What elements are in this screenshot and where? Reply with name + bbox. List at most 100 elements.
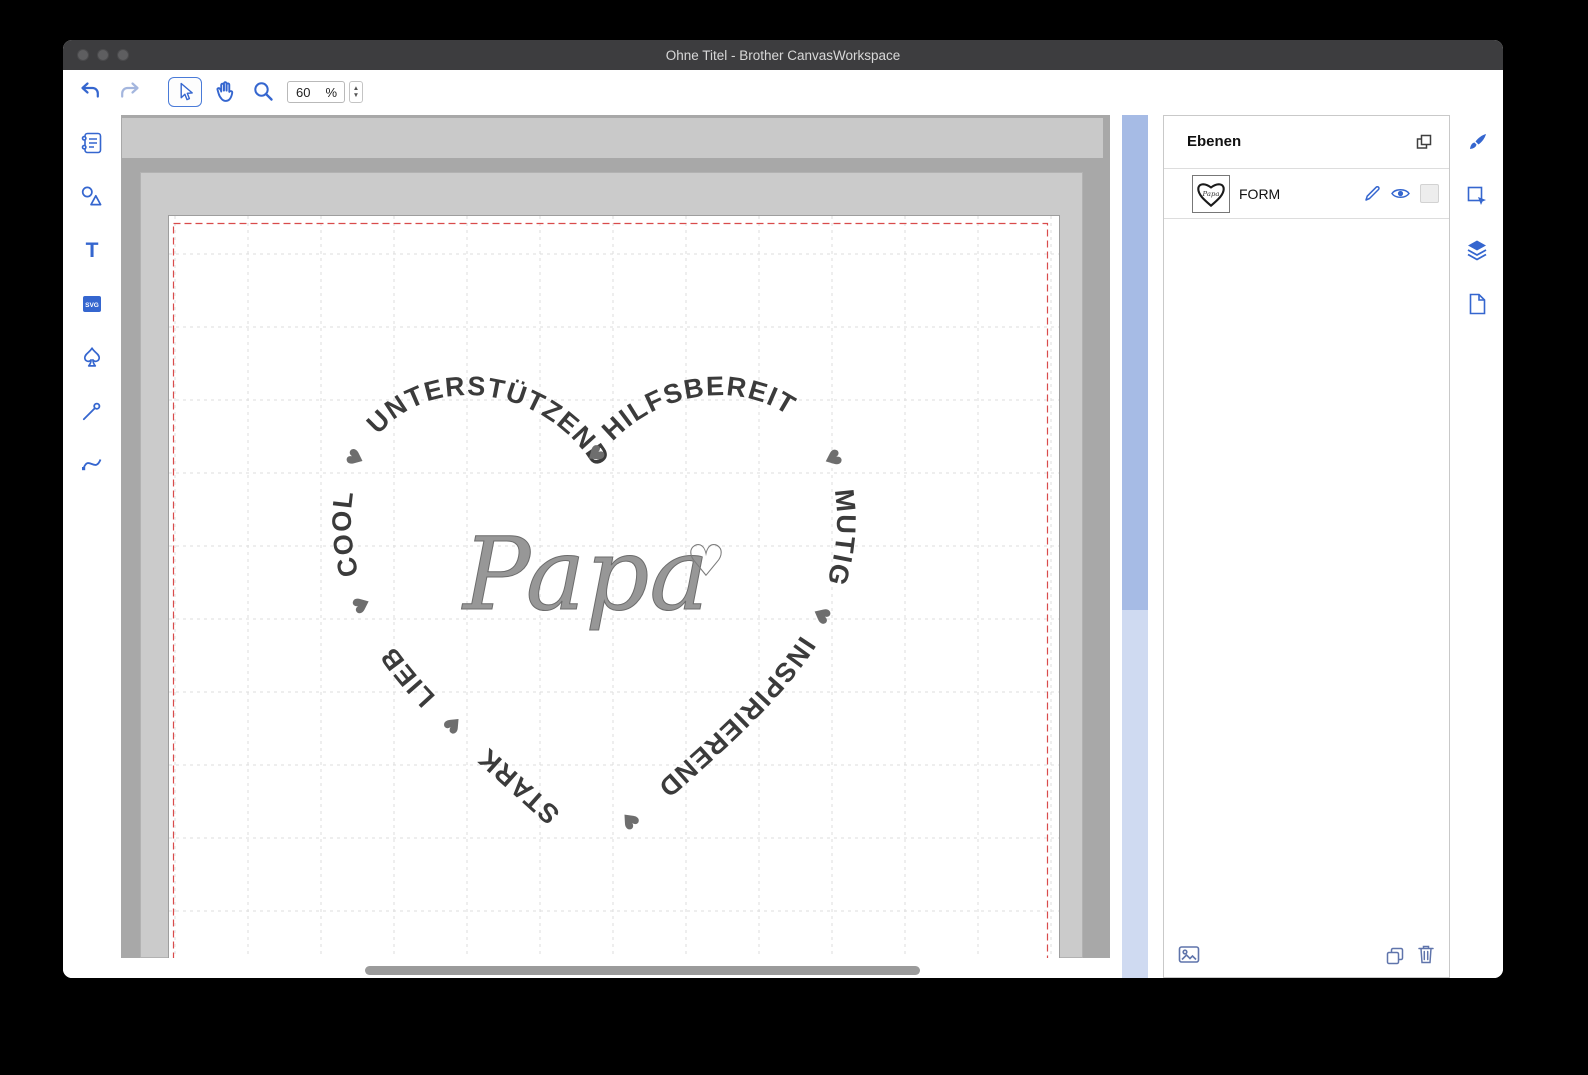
canvas-area[interactable]: STARK ♥ LIEB ♥ COOL ♥ UNTERSTÜTZEND ♥ HI…	[121, 115, 1110, 958]
svg-text:STARK: STARK	[472, 742, 565, 830]
transform-icon	[1469, 188, 1487, 206]
line-tool-button[interactable]	[79, 398, 105, 424]
svg-text:MUTIG: MUTIG	[821, 488, 861, 590]
layers-panel-button[interactable]	[1465, 238, 1489, 262]
magnifier-icon	[255, 83, 271, 99]
word-cool: COOL	[327, 488, 364, 580]
svg-text:SVG: SVG	[85, 302, 99, 309]
import-image-button[interactable]	[1177, 943, 1201, 967]
svg-icon: SVG	[83, 296, 101, 312]
bottom-strip	[121, 958, 1110, 978]
window-title: Ohne Titel - Brother CanvasWorkspace	[666, 48, 901, 63]
svg-import-button[interactable]: SVG	[79, 291, 105, 317]
clipart-button[interactable]	[79, 345, 105, 371]
hand-icon	[217, 82, 232, 101]
undo-button[interactable]	[79, 81, 101, 99]
pen-icon	[1366, 187, 1379, 200]
zoom-stepper[interactable]: ▲ ▼	[349, 81, 363, 103]
canvas-column: STARK ♥ LIEB ♥ COOL ♥ UNTERSTÜTZEND ♥ HI…	[121, 115, 1110, 978]
page-panel-button[interactable]	[1465, 292, 1489, 316]
text-tool-button[interactable]: T	[79, 237, 105, 263]
toolbar: 60 % ▲ ▼	[63, 70, 1503, 115]
panel-options-button[interactable]	[1415, 133, 1433, 151]
delete-layer-button[interactable]	[1415, 943, 1437, 966]
artboard[interactable]: STARK ♥ LIEB ♥ COOL ♥ UNTERSTÜTZEND ♥ HI…	[168, 215, 1060, 958]
word-lieb: LIEB	[374, 641, 441, 713]
svg-text:♥: ♥	[806, 601, 836, 629]
draw-fill-panel-button[interactable]	[1465, 131, 1489, 155]
layer-name: FORM	[1239, 186, 1280, 202]
close-button[interactable]	[77, 49, 89, 61]
layers-panel-footer	[1164, 941, 1449, 971]
layers-panel-title: Ebenen	[1187, 133, 1241, 150]
curve-tool-button[interactable]	[79, 451, 105, 477]
layers-panel: Ebenen Papa FORM	[1163, 115, 1450, 978]
word-unterstuetzend: UNTERSTÜTZEND	[361, 371, 616, 473]
layer-color-chip[interactable]	[1420, 184, 1439, 203]
shapes-tool-button[interactable]	[79, 184, 105, 210]
heart-separator: ♥	[347, 591, 377, 618]
stepper-down-icon[interactable]: ▼	[353, 92, 359, 99]
redo-button[interactable]	[119, 81, 141, 99]
zoom-unit: %	[325, 85, 337, 100]
main-area: T SVG	[63, 115, 1503, 978]
select-transform-panel-button[interactable]	[1465, 184, 1489, 208]
brush-icon	[1470, 134, 1486, 149]
pattern-library-button[interactable]	[79, 130, 105, 156]
zoom-level-input[interactable]: 60 %	[287, 81, 345, 103]
word-stark: STARK	[472, 742, 565, 830]
layers-panel-header: Ebenen	[1164, 116, 1449, 169]
heart-separator: ♥	[817, 445, 847, 472]
svg-text:♥: ♥	[614, 805, 644, 835]
titlebar[interactable]: Ohne Titel - Brother CanvasWorkspace	[63, 40, 1503, 70]
thumbnail-text: Papa	[1202, 190, 1220, 198]
heart-separator: ♥	[806, 601, 836, 629]
svg-text:♥: ♥	[439, 709, 469, 739]
duplicate-icon	[1388, 949, 1403, 964]
pan-tool-button[interactable]	[213, 79, 239, 105]
document-icon	[1471, 295, 1485, 314]
window-controls	[77, 49, 129, 61]
spade-icon	[85, 348, 99, 366]
svg-text:♥: ♥	[341, 445, 371, 472]
eye-icon	[1392, 190, 1409, 198]
layer-thumbnail[interactable]: Papa	[1192, 175, 1230, 213]
shapes-icon	[83, 187, 101, 204]
layers-icon	[1468, 241, 1486, 260]
word-inspirierend: INSPIRIEREND	[652, 632, 821, 804]
curve-tool-icon	[82, 460, 101, 471]
right-toolbar	[1450, 115, 1503, 978]
zoom-tool-button[interactable]	[252, 80, 276, 104]
redo-icon	[122, 84, 137, 97]
heart-separator: ♥	[439, 709, 469, 739]
heart-separator: ♥	[614, 805, 644, 835]
overlap-squares-icon	[1418, 136, 1431, 149]
minimize-button[interactable]	[97, 49, 109, 61]
word-hilfsbereit: HILFSBEREIT	[596, 371, 801, 446]
line-tool-icon	[84, 404, 100, 420]
maximize-button[interactable]	[117, 49, 129, 61]
left-toolbar: T SVG	[63, 115, 121, 978]
artboard-svg: STARK ♥ LIEB ♥ COOL ♥ UNTERSTÜTZEND ♥ HI…	[169, 216, 1059, 958]
stepper-up-icon[interactable]: ▲	[353, 85, 359, 92]
select-tool-button[interactable]	[168, 77, 202, 107]
zoom-value: 60	[296, 85, 310, 100]
layer-row-icons	[1362, 184, 1439, 203]
layer-visibility-button[interactable]	[1390, 185, 1411, 202]
layer-row[interactable]: Papa FORM	[1164, 169, 1449, 219]
svg-text:HILFSBEREIT: HILFSBEREIT	[596, 371, 801, 446]
duplicate-layer-button[interactable]	[1385, 946, 1405, 966]
horizontal-scrollbar[interactable]	[365, 966, 920, 975]
vertical-scrollbar-thumb[interactable]	[1122, 115, 1148, 610]
edit-layer-button[interactable]	[1362, 184, 1381, 203]
svg-text:LIEB: LIEB	[374, 641, 441, 713]
undo-icon	[83, 84, 98, 97]
center-text: Papa	[461, 516, 709, 633]
trash-icon	[1419, 947, 1433, 963]
svg-text:INSPIRIEREND: INSPIRIEREND	[652, 632, 821, 804]
word-mutig: MUTIG	[821, 488, 861, 590]
vertical-scrollbar[interactable]	[1122, 115, 1148, 978]
mat-top-edge	[122, 118, 1103, 158]
notebook-icon	[83, 134, 101, 153]
svg-text:♥: ♥	[817, 445, 847, 472]
